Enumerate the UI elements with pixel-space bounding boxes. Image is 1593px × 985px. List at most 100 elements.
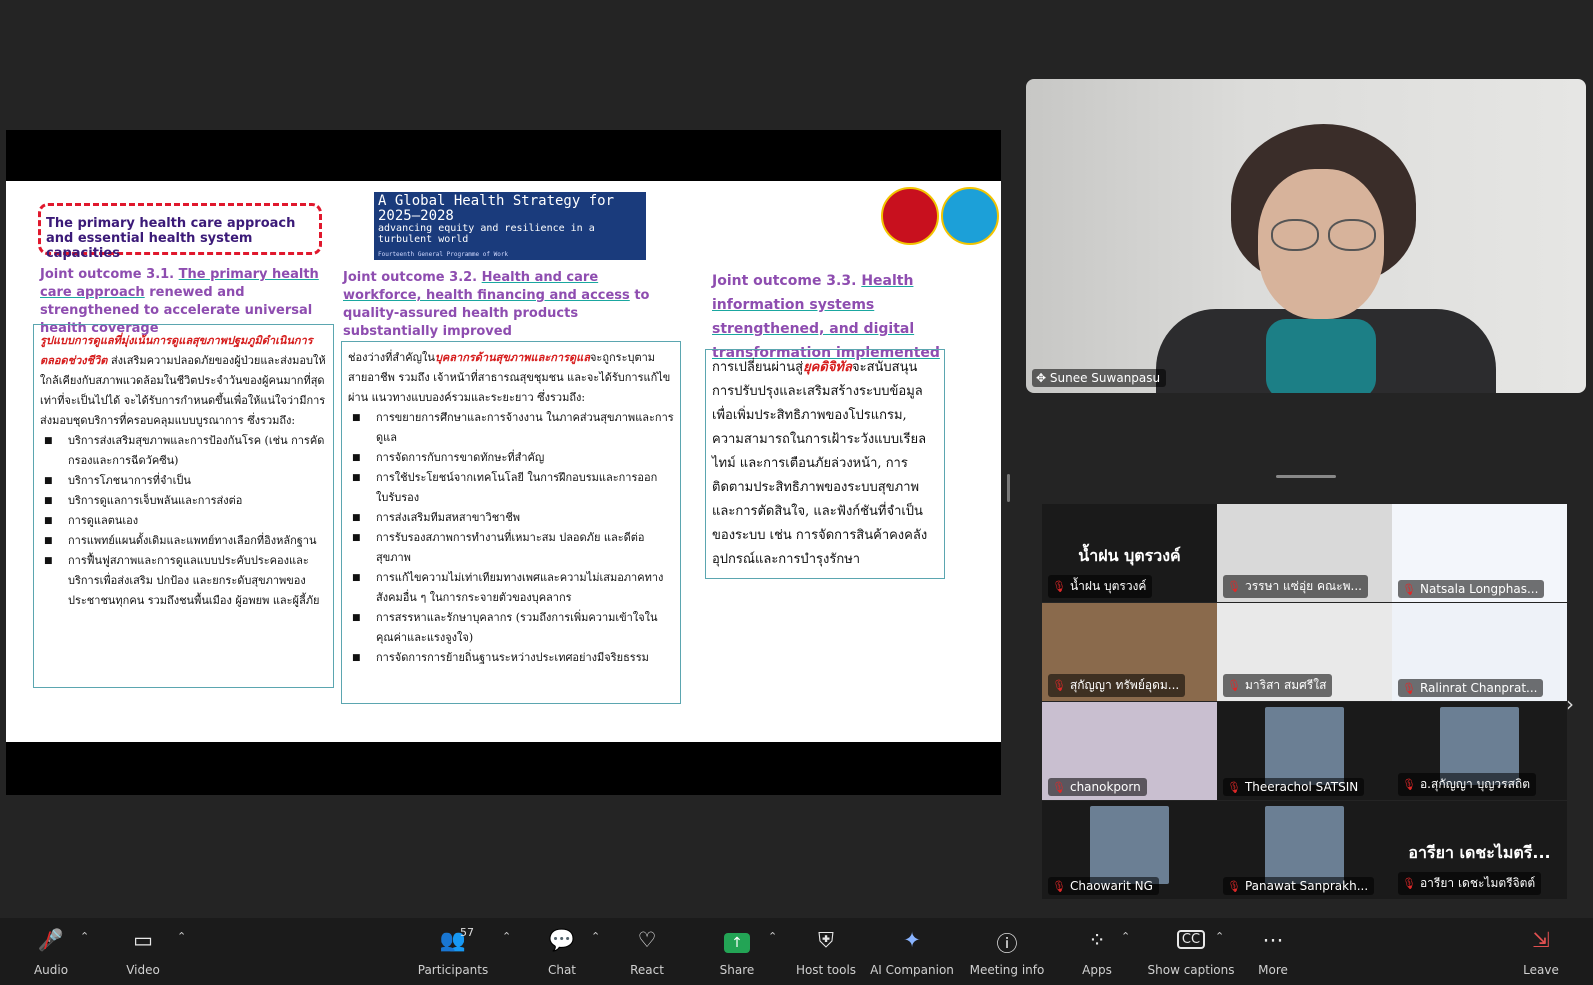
university-logo-blue (941, 187, 999, 245)
mic-muted-icon: 🎙 (1402, 583, 1416, 596)
bullet-item: การรับรองสภาพการทำงานที่เหมาะสม ปลอดภัย … (352, 528, 674, 568)
slide-title: The primary health care approach and ess… (46, 216, 296, 261)
heart-icon: ♡ (637, 928, 657, 952)
react-button[interactable]: ♡ React (602, 918, 692, 985)
participant-tile[interactable]: 🎙 Natsala Longphas... (1392, 504, 1567, 602)
share-options-caret[interactable]: ⌃ (768, 930, 777, 943)
mic-muted-icon: 🎙 (1227, 580, 1241, 593)
meeting-info-button[interactable]: ⓘ Meeting info (962, 918, 1052, 985)
sparkle-icon: ✦ (903, 928, 921, 952)
participant-tile[interactable]: 🎙 chanokporn (1042, 702, 1217, 800)
outcome-3-1-box: รูปแบบการดูแลที่มุ่งเน้นการดูแลสุขภาพปฐม… (33, 324, 334, 688)
participants-count: 57 (460, 926, 474, 939)
speaker-name-tag: ✥ Sunee Suwanpasu (1032, 369, 1167, 387)
video-options-caret[interactable]: ⌃ (177, 930, 186, 943)
outcome-3-3-box: การเปลี่ยนผ่านสู่ยุคดิจิทัลจะสนับสนุนการ… (705, 349, 945, 579)
meeting-toolbar: 🎤 / Audio ⌃ ▭ Video ⌃ 👥 57 Participants ⌃… (0, 918, 1593, 985)
bullet-item: การแก้ไขความไม่เท่าเทียมทางเพศและความไม่… (352, 568, 674, 608)
share-button[interactable]: ↑ Share (692, 918, 782, 985)
show-captions-button[interactable]: CC Show captions (1141, 918, 1241, 985)
participant-tile[interactable]: 🎙 อ.สุกัญญา บุญวรสถิต (1392, 702, 1567, 800)
bullet-item: การขยายการศึกษาและการจ้างงาน ในภาคส่วนสุ… (352, 408, 674, 448)
bullet-item: การส่งเสริมทีมสหสาขาวิชาชีพ (352, 508, 674, 528)
info-icon: ⓘ (996, 932, 1018, 956)
participant-tile[interactable]: 🎙 Theerachol SATSIN (1217, 702, 1392, 800)
bullet-item: บริการดูแลการเจ็บพลันและการส่งต่อ (44, 491, 327, 511)
glasses-left (1271, 219, 1319, 251)
participant-tile[interactable]: 🎙 Ralinrat Chanprat... (1392, 603, 1567, 701)
pin-icon: ✥ (1036, 371, 1047, 385)
participant-name-tag: 🎙 chanokporn (1048, 778, 1147, 796)
audio-options-caret[interactable]: ⌃ (80, 930, 89, 943)
strategy-banner: A Global Health Strategy for 2025–2028 a… (374, 192, 646, 260)
participant-name-tag: 🎙 สุกัญญา ทรัพย์อุดม... (1048, 674, 1186, 697)
chat-options-caret[interactable]: ⌃ (591, 930, 600, 943)
strategy-subtitle: advancing equity and resilience in a tur… (378, 223, 595, 245)
participant-photo (1265, 707, 1344, 785)
bullet-item: บริการส่งเสริมสุขภาพและการป้องกันโรค (เช… (44, 431, 327, 471)
captions-options-caret[interactable]: ⌃ (1215, 930, 1224, 943)
participants-options-caret[interactable]: ⌃ (502, 930, 511, 943)
camera-off-icon: ▭ (133, 928, 153, 952)
bullet-item: การดูแลตนเอง (44, 511, 327, 531)
participant-tile[interactable]: 🎙 สุกัญญา ทรัพย์อุดม... (1042, 603, 1217, 701)
participant-name-tag: 🎙 Panawat Sanprakh... (1223, 877, 1375, 895)
participant-name-tag: 🎙 Theerachol SATSIN (1223, 778, 1365, 796)
participant-photo (1265, 806, 1344, 884)
more-button[interactable]: ⋯ More (1228, 918, 1318, 985)
mic-muted-icon: 🎙 (1402, 778, 1416, 791)
participant-tile[interactable]: น้ำฝน บุตรวงค์ 🎙 น้ำฝน บุตรวงค์ (1042, 504, 1217, 602)
active-speaker-video[interactable]: ✥ Sunee Suwanpasu (1026, 79, 1586, 393)
leave-icon: ⇲ (1532, 928, 1550, 952)
participant-name-tag: 🎙 น้ำฝน บุตรวงค์ (1048, 575, 1153, 598)
mic-muted-icon: 🎙 (1052, 679, 1066, 692)
presentation-slide: The primary health care approach and ess… (6, 181, 1001, 742)
chat-button[interactable]: 💬 Chat (517, 918, 607, 985)
mic-muted-icon: 🎙 (1227, 880, 1241, 893)
leave-button[interactable]: ⇲ Leave (1506, 918, 1576, 985)
host-tools-button[interactable]: ⛨ Host tools (781, 918, 871, 985)
participant-tile[interactable]: อารียา เดชะไมตรี... 🎙 อารียา เดชะไมตรีจิตต… (1392, 801, 1567, 899)
participant-name-tag: 🎙 Natsala Longphas... (1398, 580, 1545, 598)
participant-name-tag: 🎙 อ.สุกัญญา บุญวรสถิต (1398, 773, 1536, 796)
participant-tile[interactable]: 🎙 วรรษา แซ่อุ่ย คณะพ... (1217, 504, 1392, 602)
captions-icon: CC (1141, 930, 1241, 949)
bullet-item: การใช้ประโยชน์จากเทคโนโลยี ในการฝึกอบรมแ… (352, 468, 674, 508)
ai-companion-button[interactable]: ✦ AI Companion (867, 918, 957, 985)
next-page-icon[interactable]: › (1566, 692, 1574, 716)
participant-display-name: น้ำฝน บุตรวงค์ (1078, 546, 1181, 565)
apps-button[interactable]: ⁘ Apps (1052, 918, 1142, 985)
mic-muted-icon: 🎙 (1052, 880, 1066, 893)
participant-name-tag: 🎙 วรรษา แซ่อุ่ย คณะพ... (1223, 575, 1368, 598)
mic-muted-icon: 🎙 (1052, 781, 1066, 794)
bullet-item: การจัดการการย้ายถิ่นฐานระหว่างประเทศอย่า… (352, 648, 674, 668)
participant-name-tag: 🎙 มาริสา สมศรีใส (1223, 674, 1333, 697)
mic-muted-icon: 🎙 (1402, 682, 1416, 695)
pane-resize-handle[interactable] (1007, 474, 1010, 502)
participant-display-name: อารียา เดชะไมตรี... (1408, 843, 1551, 862)
participant-name-tag: 🎙 อารียา เดชะไมตรีจิตต์ (1398, 872, 1542, 895)
outcome-3-2-list: การขยายการศึกษาและการจ้างงาน ในภาคส่วนสุ… (348, 408, 674, 668)
bullet-item: การจัดการกับการขาดทักษะที่สำคัญ (352, 448, 674, 468)
slide-title-box: The primary health care approach and ess… (38, 203, 322, 261)
strategy-caption: Fourteenth General Programme of Work (378, 251, 509, 258)
bullet-item: การแพทย์แผนดั้งเดิมและแพทย์ทางเลือกที่อิ… (44, 531, 327, 551)
participant-tile[interactable]: 🎙 มาริสา สมศรีใส (1217, 603, 1392, 701)
participants-icon: 👥 (439, 928, 467, 952)
outcome-3-2-box: ช่องว่างที่สำคัญในบุคลากรด้านสุขภาพและกา… (341, 341, 681, 704)
video-button[interactable]: ▭ Video (98, 918, 188, 985)
audio-button[interactable]: 🎤 / Audio (6, 918, 96, 985)
participant-photo (1090, 806, 1169, 884)
mic-muted-icon: 🎙 (1052, 580, 1066, 593)
bullet-item: การฟื้นฟูสภาพและการดูแลแบบประคับประคองแล… (44, 551, 327, 611)
glasses-right (1328, 219, 1376, 251)
outcome-3-2-heading: Joint outcome 3.2. Health and care workf… (343, 270, 650, 339)
gallery-resize-handle[interactable] (1276, 475, 1336, 478)
participants-button[interactable]: 👥 57 Participants (408, 918, 498, 985)
apps-options-caret[interactable]: ⌃ (1121, 930, 1130, 943)
participant-tile[interactable]: 🎙 Panawat Sanprakh... (1217, 801, 1392, 899)
participant-gallery: น้ำฝน บุตรวงค์ 🎙 น้ำฝน บุตรวงค์ 🎙 วรรษา แซ่อ… (1042, 504, 1568, 900)
strategy-title: A Global Health Strategy for 2025–2028 (378, 193, 615, 224)
participant-name-tag: 🎙 Chaowarit NG (1048, 877, 1159, 895)
participant-tile[interactable]: 🎙 Chaowarit NG (1042, 801, 1217, 899)
